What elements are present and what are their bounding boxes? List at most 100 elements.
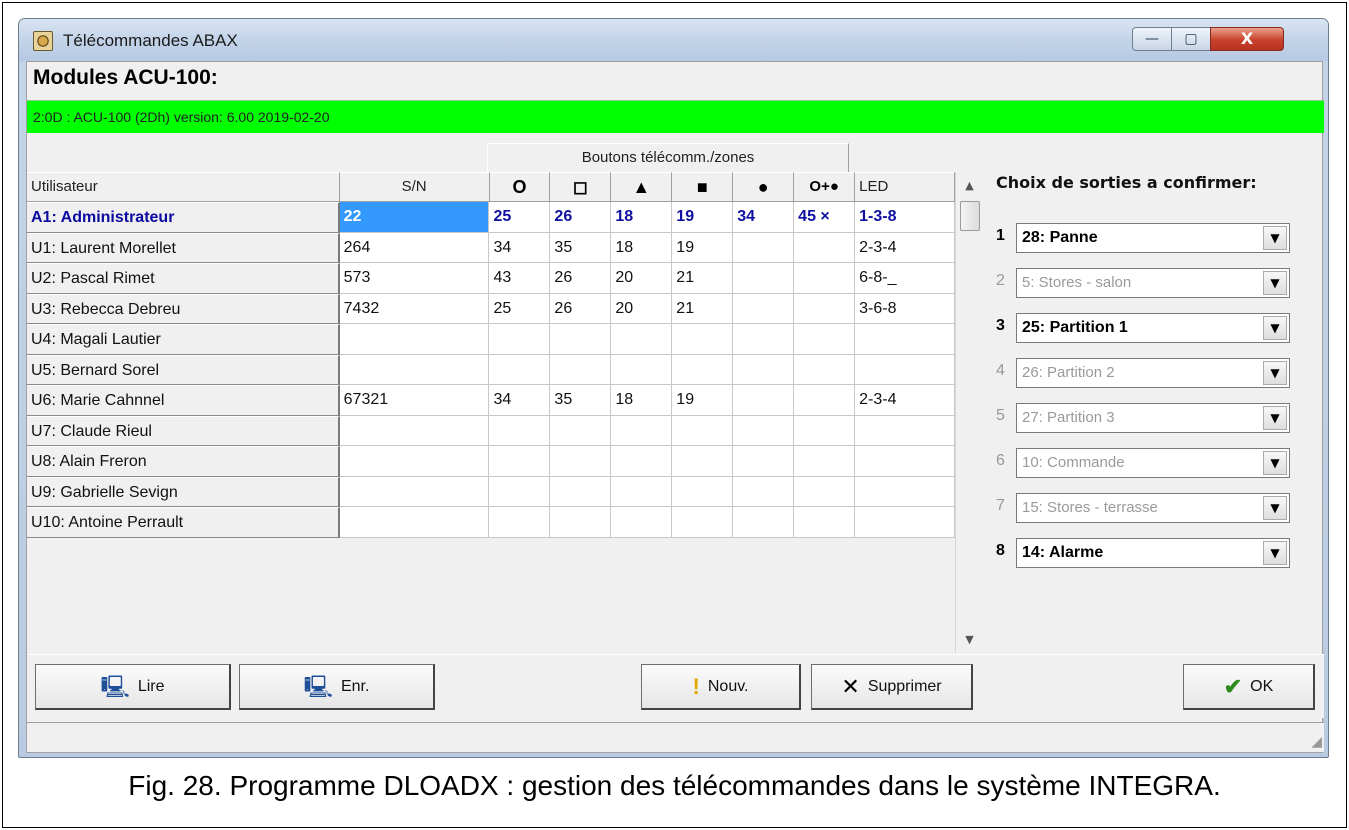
row-b5[interactable] xyxy=(733,446,795,477)
row-b1[interactable] xyxy=(489,415,551,446)
row-b1[interactable] xyxy=(489,476,551,507)
row-led[interactable] xyxy=(855,354,955,385)
row-b2[interactable] xyxy=(550,415,612,446)
close-button[interactable]: X xyxy=(1210,27,1284,51)
row-b6[interactable] xyxy=(794,293,856,324)
row-sn[interactable]: 264 xyxy=(339,232,490,263)
header-circle-plus-dot-icon[interactable]: O+● xyxy=(794,172,856,202)
row-b6[interactable] xyxy=(794,354,856,385)
row-b5[interactable] xyxy=(733,324,795,355)
row-b2[interactable]: 35 xyxy=(550,385,612,416)
row-b2[interactable]: 35 xyxy=(550,232,612,263)
row-sn[interactable]: 67321 xyxy=(339,385,490,416)
row-sn[interactable] xyxy=(339,476,490,507)
row-b4[interactable] xyxy=(672,415,734,446)
header-led[interactable]: LED xyxy=(855,172,956,202)
row-b3[interactable]: 20 xyxy=(611,263,673,294)
table-row[interactable]: U10: Antoine Perrault xyxy=(27,507,955,538)
row-sn[interactable]: 22 xyxy=(339,202,490,233)
row-b4[interactable] xyxy=(672,507,734,538)
row-b1[interactable]: 34 xyxy=(489,385,551,416)
row-b4[interactable]: 21 xyxy=(672,263,734,294)
row-led[interactable]: 1-3-8 xyxy=(855,202,955,233)
row-led[interactable]: 6-8-_ xyxy=(855,263,955,294)
row-led[interactable] xyxy=(855,507,955,538)
row-user[interactable]: A1: Administrateur xyxy=(27,202,340,233)
delete-button[interactable]: ✕ Supprimer xyxy=(811,664,973,710)
row-b6[interactable] xyxy=(794,232,856,263)
row-b1[interactable]: 43 xyxy=(489,263,551,294)
row-b1[interactable] xyxy=(489,446,551,477)
row-user[interactable]: U9: Gabrielle Sevign xyxy=(27,476,340,507)
table-row[interactable]: U9: Gabrielle Sevign xyxy=(27,476,955,507)
row-sn[interactable] xyxy=(339,354,490,385)
header-triangle-icon[interactable]: ▲ xyxy=(611,172,673,202)
row-b2[interactable] xyxy=(550,476,612,507)
row-b4[interactable] xyxy=(672,354,734,385)
row-led[interactable]: 3-6-8 xyxy=(855,293,955,324)
row-sn[interactable] xyxy=(339,415,490,446)
chevron-down-icon[interactable]: ▼ xyxy=(1263,496,1287,520)
scroll-up-icon[interactable]: ▲ xyxy=(956,172,983,199)
row-user[interactable]: U2: Pascal Rimet xyxy=(27,263,340,294)
row-b1[interactable] xyxy=(489,354,551,385)
table-row[interactable]: U4: Magali Lautier xyxy=(27,324,955,355)
row-b3[interactable] xyxy=(611,415,673,446)
row-b1[interactable] xyxy=(489,507,551,538)
read-button[interactable]: 🖳 Lire xyxy=(35,664,231,710)
output-select[interactable]: 15: Stores - terrasse ▼ xyxy=(1016,493,1290,523)
row-b3[interactable]: 20 xyxy=(611,293,673,324)
minimize-button[interactable]: — xyxy=(1132,27,1172,51)
output-select[interactable]: 25: Partition 1 ▼ xyxy=(1016,313,1290,343)
row-user[interactable]: U6: Marie Cahnnel xyxy=(27,385,340,416)
chevron-down-icon[interactable]: ▼ xyxy=(1263,316,1287,340)
write-button[interactable]: 🖳 Enr. xyxy=(239,664,435,710)
header-circle-icon[interactable]: O xyxy=(489,172,551,202)
row-b1[interactable] xyxy=(489,324,551,355)
row-b4[interactable]: 19 xyxy=(672,202,734,233)
header-square-filled-icon[interactable]: ■ xyxy=(672,172,734,202)
table-row[interactable]: U6: Marie Cahnnel 67321 34 35 18 19 2-3-… xyxy=(27,385,955,416)
row-b6[interactable]: 45 × xyxy=(794,202,856,233)
chevron-down-icon[interactable]: ▼ xyxy=(1263,271,1287,295)
row-b5[interactable] xyxy=(733,507,795,538)
row-b5[interactable] xyxy=(733,476,795,507)
row-user[interactable]: U10: Antoine Perrault xyxy=(27,507,340,538)
row-b5[interactable] xyxy=(733,263,795,294)
row-b3[interactable] xyxy=(611,507,673,538)
new-button[interactable]: ! Nouv. xyxy=(641,664,801,710)
row-b2[interactable] xyxy=(550,446,612,477)
output-select[interactable]: 5: Stores - salon ▼ xyxy=(1016,268,1290,298)
row-b3[interactable]: 18 xyxy=(611,232,673,263)
row-b2[interactable]: 26 xyxy=(550,293,612,324)
row-b6[interactable] xyxy=(794,507,856,538)
table-row[interactable]: U5: Bernard Sorel xyxy=(27,354,955,385)
row-b4[interactable]: 19 xyxy=(672,232,734,263)
row-b6[interactable] xyxy=(794,263,856,294)
header-sn[interactable]: S/N xyxy=(339,172,490,202)
resize-grip-icon[interactable]: ◢ xyxy=(1311,734,1322,750)
vertical-scrollbar[interactable]: ▲ ▼ xyxy=(955,172,982,653)
row-b2[interactable] xyxy=(550,507,612,538)
row-b3[interactable]: 18 xyxy=(611,202,673,233)
row-b1[interactable]: 25 xyxy=(489,293,551,324)
table-row[interactable]: U3: Rebecca Debreu 7432 25 26 20 21 3-6-… xyxy=(27,293,955,324)
row-sn[interactable] xyxy=(339,324,490,355)
row-b4[interactable] xyxy=(672,446,734,477)
table-row[interactable]: A1: Administrateur 22 25 26 18 19 34 45 … xyxy=(27,202,955,233)
row-b5[interactable] xyxy=(733,385,795,416)
row-b5[interactable] xyxy=(733,232,795,263)
row-b6[interactable] xyxy=(794,415,856,446)
row-b2[interactable] xyxy=(550,354,612,385)
row-user[interactable]: U1: Laurent Morellet xyxy=(27,232,340,263)
row-led[interactable] xyxy=(855,415,955,446)
row-led[interactable]: 2-3-4 xyxy=(855,385,955,416)
row-b5[interactable] xyxy=(733,293,795,324)
row-b2[interactable]: 26 xyxy=(550,263,612,294)
row-b4[interactable] xyxy=(672,476,734,507)
row-user[interactable]: U8: Alain Freron xyxy=(27,446,340,477)
row-led[interactable] xyxy=(855,446,955,477)
row-b5[interactable] xyxy=(733,415,795,446)
row-b3[interactable] xyxy=(611,446,673,477)
row-b4[interactable]: 19 xyxy=(672,385,734,416)
